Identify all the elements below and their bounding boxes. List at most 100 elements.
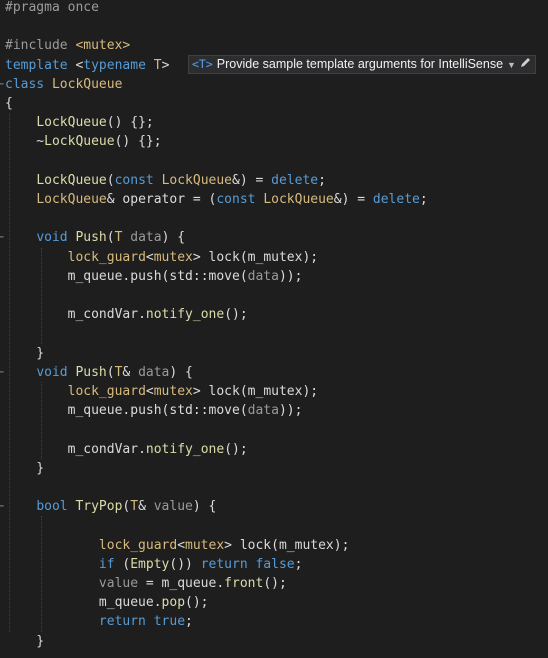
code-token: LockQueue: [36, 192, 107, 207]
fold-toggle-icon[interactable]: −: [0, 497, 4, 516]
code-line[interactable]: lock_guard<mutex> lock(m_mutex);: [0, 248, 548, 267]
indent-guide: [41, 247, 42, 344]
code-line[interactable]: class LockQueue −: [0, 75, 548, 94]
code-token: (: [239, 384, 248, 399]
code-line[interactable]: LockQueue& operator = (const LockQueue&)…: [0, 190, 548, 209]
code-token: lock: [208, 249, 240, 265]
code-line[interactable]: ~LockQueue() {};: [0, 132, 548, 151]
code-token: ));: [278, 403, 303, 419]
code-token: LockQueue: [263, 192, 334, 207]
code-line[interactable]: template <typename T>: [0, 56, 548, 75]
code-line[interactable]: LockQueue(const LockQueue&) = delete;: [0, 171, 548, 190]
code-token: .push(std::: [122, 403, 209, 419]
code-token: & operator = (: [106, 192, 217, 207]
code-token: mutex: [153, 249, 193, 265]
code-token: ();: [224, 441, 248, 457]
code-text: class LockQueue: [5, 75, 122, 94]
code-line[interactable]: bool TryPop(T& value) {−: [0, 497, 548, 516]
code-token: &: [122, 364, 139, 380]
code-token: &) =: [333, 192, 373, 207]
code-token: m_queue: [161, 576, 217, 591]
code-line[interactable]: lock_guard<mutex> lock(m_mutex);: [0, 536, 548, 555]
code-line[interactable]: value = m_queue.front();: [0, 574, 548, 593]
code-text: lock_guard<mutex> lock(m_mutex);: [5, 382, 319, 401]
code-line[interactable]: m_queue.push(std::move(data));: [0, 401, 548, 420]
code-token: lock_guard: [98, 537, 178, 553]
code-token: move: [208, 403, 240, 419]
code-line[interactable]: m_condVar.notify_one();: [0, 305, 548, 324]
code-token: void: [36, 364, 76, 380]
code-token: T: [130, 499, 139, 515]
code-text: LockQueue(const LockQueue&) = delete;: [5, 171, 326, 190]
code-token: m_queue: [67, 268, 123, 284]
code-token: ;: [419, 192, 428, 207]
code-token: ();: [224, 307, 248, 323]
code-text: m_queue.push(std::move(data));: [5, 401, 303, 420]
code-line[interactable]: [0, 286, 548, 305]
code-line[interactable]: }: [0, 344, 548, 363]
code-text: lock_guard<mutex> lock(m_mutex);: [5, 536, 350, 555]
code-line[interactable]: m_queue.pop();: [0, 593, 548, 612]
code-line[interactable]: #include <mutex>: [0, 36, 548, 55]
code-token: notify_one: [145, 307, 225, 323]
code-token: LockQueue: [36, 115, 107, 131]
code-line[interactable]: [0, 17, 548, 36]
code-token: (: [271, 537, 279, 553]
code-token: lock_guard: [67, 249, 146, 265]
code-line[interactable]: [0, 152, 548, 171]
code-line[interactable]: void Push(T& data) {−: [0, 363, 548, 382]
code-line[interactable]: [0, 324, 548, 343]
code-token: m_condVar: [67, 307, 139, 323]
code-token: value: [153, 499, 193, 515]
code-text: bool TryPop(T& value) {: [5, 497, 216, 516]
code-line[interactable]: LockQueue() {};: [0, 113, 548, 132]
code-line[interactable]: if (Empty()) return false;: [0, 555, 548, 574]
code-token: <: [145, 249, 154, 265]
fold-toggle-icon[interactable]: −: [0, 228, 4, 247]
code-line[interactable]: [0, 209, 548, 228]
code-token: false: [255, 556, 295, 572]
code-token: m_mutex: [247, 249, 303, 265]
code-line[interactable]: }: [0, 459, 548, 478]
code-token: data: [138, 364, 170, 380]
code-token: void: [36, 230, 76, 246]
code-token: lock: [208, 384, 240, 399]
code-line[interactable]: [0, 420, 548, 439]
code-line[interactable]: [0, 478, 548, 497]
code-token: typename: [83, 57, 146, 73]
code-line[interactable]: return true;: [0, 612, 548, 631]
fold-toggle-icon[interactable]: −: [0, 363, 4, 382]
code-line[interactable]: void Push(T data) {−: [0, 228, 548, 247]
fold-toggle-icon[interactable]: −: [0, 75, 4, 94]
code-token: LockQueue: [51, 76, 123, 92]
code-text: LockQueue& operator = (const LockQueue&)…: [5, 190, 428, 209]
code-token: m_condVar: [67, 441, 139, 457]
code-text: lock_guard<mutex> lock(m_mutex);: [5, 248, 319, 267]
code-token: );: [302, 384, 319, 399]
code-token: >: [224, 537, 240, 553]
code-line[interactable]: #pragma once: [0, 0, 548, 17]
code-editor[interactable]: <T> Provide sample template arguments for…: [0, 0, 548, 658]
code-line[interactable]: m_condVar.notify_one();: [0, 440, 548, 459]
code-line[interactable]: [0, 516, 548, 535]
code-token: data: [247, 403, 279, 419]
code-line[interactable]: lock_guard<mutex> lock(m_mutex);: [0, 382, 548, 401]
code-text: {: [5, 94, 13, 113]
code-token: .: [138, 307, 146, 323]
code-token: ~: [5, 134, 45, 150]
code-line[interactable]: {: [0, 94, 548, 113]
code-line[interactable]: m_queue.push(std::move(data));: [0, 267, 548, 286]
code-token: .push(std::: [122, 268, 209, 284]
code-token: &: [138, 499, 154, 515]
code-token: const: [216, 192, 264, 207]
indent-guide: [41, 382, 42, 459]
code-token: ();: [263, 576, 287, 591]
code-token: ) {: [161, 230, 186, 246]
indent-guide: [41, 516, 42, 632]
code-line[interactable]: }: [0, 632, 548, 651]
code-text: value = m_queue.front();: [5, 574, 287, 593]
code-token: <: [177, 537, 186, 553]
